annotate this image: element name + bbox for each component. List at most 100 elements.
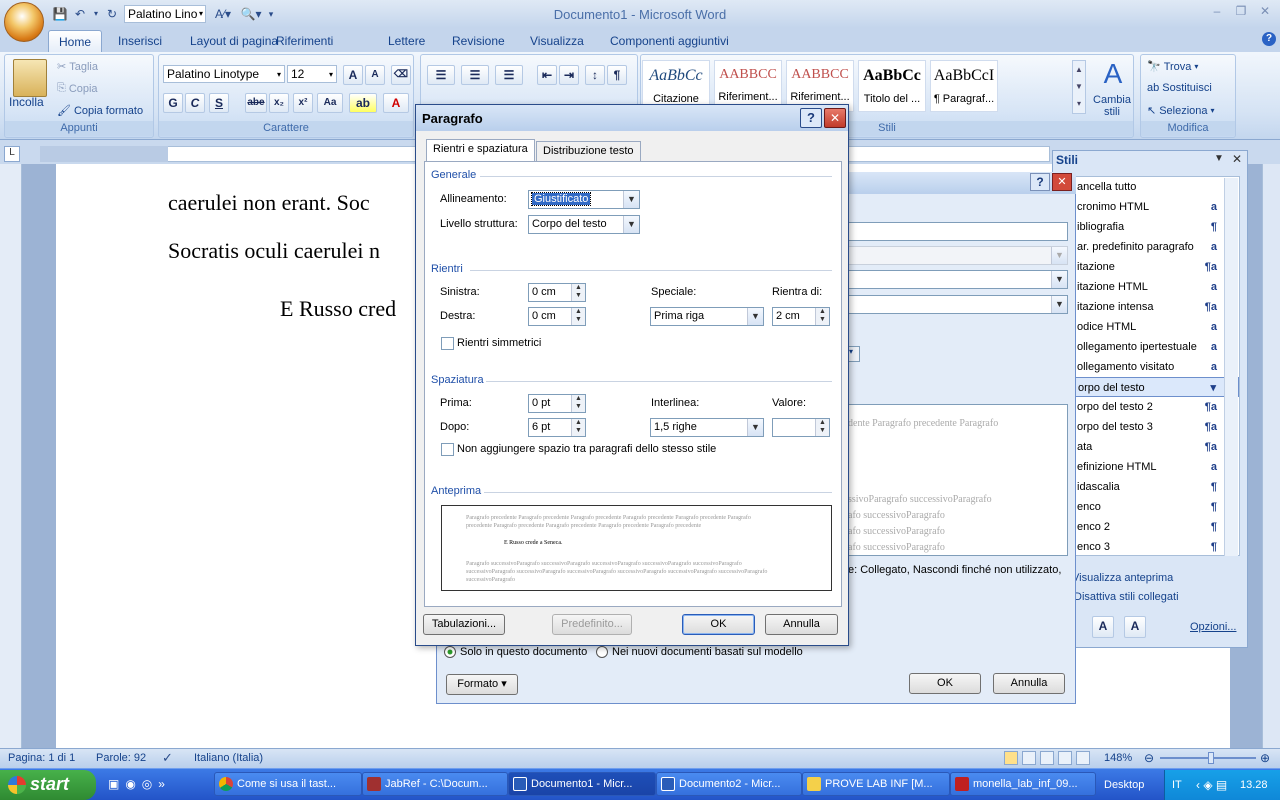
style-list-item[interactable]: itazione HTML a	[1073, 277, 1239, 297]
language-status[interactable]: Italiano (Italia)	[194, 752, 263, 764]
no-space-same-style-checkbox[interactable]	[441, 443, 454, 456]
numbering-icon[interactable]: ☰	[461, 65, 489, 85]
redo-icon[interactable]: ↻	[104, 6, 120, 22]
grow-font-button[interactable]: A	[343, 65, 363, 85]
options-link[interactable]: Opzioni...	[1190, 621, 1236, 633]
styles-list-scrollbar[interactable]	[1224, 178, 1238, 556]
draft-view-icon[interactable]	[1076, 751, 1090, 765]
word-count[interactable]: Parole: 92	[96, 752, 146, 764]
full-screen-icon[interactable]	[1022, 751, 1036, 765]
style-list-item[interactable]: idascalia ¶	[1073, 477, 1239, 497]
print-layout-icon[interactable]	[1004, 751, 1018, 765]
vertical-ruler[interactable]	[0, 164, 22, 748]
clear-format-button[interactable]: ⌫	[391, 65, 411, 85]
outline-level-select[interactable]: Corpo del testo ▼	[528, 215, 640, 234]
tray-icons[interactable]: ‹ ◈ ▤	[1196, 778, 1227, 792]
pilcrow-icon[interactable]: ¶	[607, 65, 627, 85]
format-painter-button[interactable]: 🖌 Copia formato	[57, 104, 143, 118]
tab-selector[interactable]: L	[4, 146, 20, 162]
task-chrome[interactable]: Come si usa il tast...	[214, 772, 362, 796]
tab-line-page-breaks[interactable]: Distribuzione testo	[536, 141, 641, 161]
copy-button[interactable]: ⎘ Copia	[57, 82, 98, 95]
help-icon[interactable]: ?	[1262, 32, 1276, 46]
zoom-out-icon[interactable]: ⊖	[1144, 751, 1154, 765]
select-button[interactable]: ↖ Seleziona ▾	[1147, 104, 1215, 118]
page-count[interactable]: Pagina: 1 di 1	[8, 752, 75, 764]
replace-button[interactable]: ab Sostituisci	[1147, 82, 1212, 94]
print-preview-icon[interactable]: 🔍▾	[240, 6, 262, 22]
task-jabref[interactable]: JabRef - C:\Docum...	[362, 772, 508, 796]
cancel-button[interactable]: Annulla	[765, 614, 838, 635]
task-documento1[interactable]: Documento1 - Micr...	[508, 772, 656, 796]
tab-mailings[interactable]: Lettere	[378, 30, 435, 52]
disable-linked-checkbox[interactable]: Disattiva stili collegati	[1074, 591, 1179, 603]
style-name-input[interactable]	[848, 222, 1068, 241]
inspect-style-icon[interactable]: A	[1092, 616, 1114, 638]
qat-font-box[interactable]: Palatino Lino ▾	[124, 5, 206, 23]
left-indent-spinner[interactable]: 0 cm ▲ ▼	[528, 283, 586, 302]
pane-options-icon[interactable]: ▼	[1214, 153, 1224, 164]
paragraph-help-button[interactable]: ?	[800, 108, 822, 128]
line-spacing-select[interactable]: 1,5 righe ▼	[650, 418, 764, 437]
language-indicator[interactable]: IT	[1172, 779, 1182, 791]
right-indent-spinner[interactable]: 0 cm ▲ ▼	[528, 307, 586, 326]
styles-list[interactable]: ancella tutto cronimo HTML a ibliografia ¶ ar…	[1072, 176, 1240, 556]
zoom-in-icon[interactable]: ⊕	[1260, 751, 1270, 765]
sort-icon[interactable]: ↕	[585, 65, 605, 85]
proofing-icon[interactable]: ✓	[162, 750, 173, 766]
style-list-item[interactable]: ata ¶a	[1073, 437, 1239, 457]
paste-icon[interactable]	[13, 59, 47, 97]
maximize-button[interactable]: ❐	[1230, 4, 1252, 20]
vertical-scrollbar[interactable]	[1262, 164, 1280, 748]
undo-icon[interactable]: ↶	[72, 6, 88, 22]
highlight-icon[interactable]: ab	[349, 93, 377, 113]
style-card-titolo[interactable]: AaBbCc Titolo del ...	[858, 60, 926, 112]
style-list-item[interactable]: enco 2 ¶	[1073, 517, 1239, 537]
tabs-button[interactable]: Tabulazioni...	[423, 614, 505, 635]
font-name-box[interactable]: Palatino Linotype ▾	[163, 65, 285, 83]
tab-review[interactable]: Revisione	[442, 30, 515, 52]
only-this-document-radio[interactable]: Solo in questo documento	[444, 646, 587, 658]
font-color-icon[interactable]: A	[383, 93, 409, 113]
style-list-item[interactable]: orpo del testo 2 ¶a	[1073, 397, 1239, 417]
style-list-item[interactable]: itazione ¶a	[1073, 257, 1239, 277]
mirror-indents-checkbox[interactable]	[441, 337, 454, 350]
tab-addins[interactable]: Componenti aggiuntivi	[600, 30, 739, 52]
pane-close-icon[interactable]: ✕	[1232, 152, 1242, 166]
style-list-item[interactable]: enco ¶	[1073, 497, 1239, 517]
change-styles-button[interactable]: Cambia stili	[1088, 94, 1136, 118]
change-case-button[interactable]: Aa	[317, 93, 343, 113]
task-prove-lab[interactable]: PROVE LAB INF [M...	[802, 772, 950, 796]
find-button[interactable]: 🔭 Trova ▾	[1147, 60, 1198, 74]
default-button[interactable]: Predefinito...	[552, 614, 632, 635]
zoom-level[interactable]: 148%	[1104, 752, 1132, 764]
style-list-item[interactable]: ollegamento visitato a	[1073, 357, 1239, 377]
task-monella-pdf[interactable]: monella_lab_inf_09...	[950, 772, 1096, 796]
minimize-button[interactable]: –	[1206, 4, 1228, 20]
superscript-button[interactable]: x²	[293, 93, 313, 113]
style-list-item[interactable]: enco 3 ¶	[1073, 537, 1239, 555]
style-following-select[interactable]: ▼	[848, 295, 1068, 314]
ok-button[interactable]: OK	[682, 614, 755, 635]
modify-help-button[interactable]: ?	[1030, 173, 1050, 191]
customize-qat-icon[interactable]: ▾	[266, 6, 276, 22]
outline-view-icon[interactable]	[1058, 751, 1072, 765]
change-styles-icon[interactable]: A	[1094, 58, 1132, 98]
spacing-after-spinner[interactable]: 6 pt ▲ ▼	[528, 418, 586, 437]
increase-indent-icon[interactable]: ⇥	[559, 65, 579, 85]
font-size-box[interactable]: 12 ▾	[287, 65, 337, 83]
close-button[interactable]: ✕	[1254, 4, 1276, 20]
style-list-item[interactable]: cronimo HTML a	[1073, 197, 1239, 217]
format-button[interactable]: Formato ▾	[446, 674, 518, 695]
format-dropdown-arrow[interactable]: ▾	[848, 346, 860, 362]
shrink-font-button[interactable]: A	[365, 65, 385, 85]
tab-insert[interactable]: Inserisci	[108, 30, 172, 52]
styles-scroll[interactable]: ▲ ▼ ▾	[1072, 60, 1086, 114]
style-list-item[interactable]: ollegamento ipertestuale a	[1073, 337, 1239, 357]
paste-button[interactable]: Incolla	[9, 95, 44, 109]
style-list-item[interactable]: orpo del testo ▾	[1073, 377, 1239, 397]
font-style-icon[interactable]: A⁄▾	[210, 6, 236, 22]
tab-indents-spacing[interactable]: Rientri e spaziatura	[426, 139, 535, 161]
desktop-toolbar[interactable]: Desktop	[1104, 779, 1144, 791]
new-documents-radio[interactable]: Nei nuovi documenti basati sul modello	[596, 646, 803, 658]
